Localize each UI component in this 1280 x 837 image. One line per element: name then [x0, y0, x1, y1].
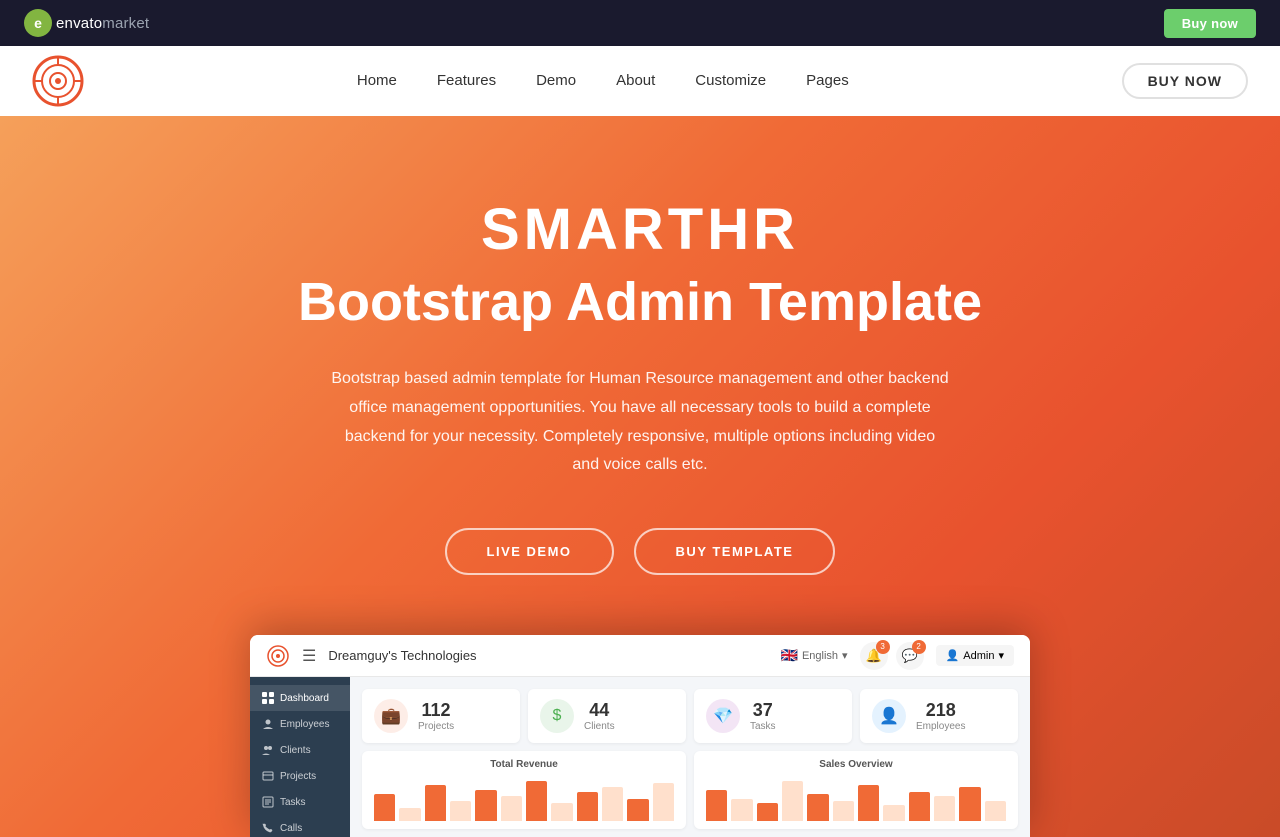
dashboard-topbar: ☰ Dreamguy's Technologies 🇬🇧 English ▾ 🔔… [250, 635, 1030, 677]
chart2-bars [706, 776, 1006, 821]
nav-item-features[interactable]: Features [421, 72, 512, 90]
db-hamburger-icon[interactable]: ☰ [302, 646, 316, 666]
clients-count: 44 [584, 700, 615, 722]
projects-count: 112 [418, 700, 454, 722]
stat-card-projects: 💼 112 Projects [362, 689, 520, 743]
sidebar-tasks-label: Tasks [280, 797, 306, 808]
employees-stat-icon: 👤 [872, 699, 906, 733]
sidebar-item-employees[interactable]: Employees [250, 711, 350, 737]
hero-section: SMARTHR Bootstrap Admin Template Bootstr… [0, 116, 1280, 837]
sidebar-item-dashboard[interactable]: Dashboard [250, 685, 350, 711]
topbar-buy-now-button[interactable]: Buy now [1164, 9, 1256, 38]
db-company-name: Dreamguy's Technologies [328, 648, 476, 663]
dashboard-preview: ☰ Dreamguy's Technologies 🇬🇧 English ▾ 🔔… [250, 635, 1030, 837]
sidebar-calls-label: Calls [280, 823, 302, 834]
hero-description: Bootstrap based admin template for Human… [330, 365, 950, 480]
stat-card-clients: $ 44 Clients [528, 689, 686, 743]
sidebar-item-tasks[interactable]: Tasks [250, 789, 350, 815]
db-admin-label: Admin [963, 650, 994, 662]
sidebar-employees-label: Employees [280, 719, 329, 730]
tasks-count: 37 [750, 700, 776, 722]
nav-item-home[interactable]: Home [341, 72, 413, 90]
dashboard-main: 💼 112 Projects $ 44 Clients [350, 677, 1030, 837]
hero-title-main: SMARTHR [481, 196, 799, 263]
navbar: Home Features Demo About Customize Pages… [0, 46, 1280, 116]
sidebar-item-projects[interactable]: Projects [250, 763, 350, 789]
clients-label: Clients [584, 721, 615, 732]
nav-item-about[interactable]: About [600, 72, 671, 90]
tasks-icon [262, 796, 274, 808]
chart1-title: Total Revenue [374, 759, 674, 770]
employees-label: Employees [916, 721, 965, 732]
employees-icon [262, 718, 274, 730]
chart-sales-overview: Sales Overview [694, 751, 1018, 829]
tasks-stat-icon: 💎 [706, 699, 740, 733]
navbar-brand [32, 55, 84, 107]
sidebar-projects-label: Projects [280, 771, 316, 782]
sidebar-dashboard-label: Dashboard [280, 693, 329, 704]
stats-row: 💼 112 Projects $ 44 Clients [362, 689, 1018, 743]
tasks-label: Tasks [750, 721, 776, 732]
chevron-down-icon: ▾ [842, 649, 848, 662]
envato-icon: e [24, 9, 52, 37]
sidebar-clients-label: Clients [280, 745, 311, 756]
nav-links: Home Features Demo About Customize Pages [341, 72, 865, 90]
db-notifications-icon[interactable]: 🔔 3 [860, 642, 888, 670]
nav-item-pages[interactable]: Pages [790, 72, 865, 90]
db-action-icons: 🔔 3 💬 2 [860, 642, 924, 670]
dashboard-topbar-right: 🇬🇧 English ▾ 🔔 3 💬 2 👤 Admi [781, 642, 1014, 670]
brand-logo-icon [32, 55, 84, 107]
clients-stat-icon: $ [540, 699, 574, 733]
db-logo-icon [266, 644, 290, 668]
projects-icon [262, 770, 274, 782]
hero-title-sub: Bootstrap Admin Template [298, 271, 982, 333]
chart2-title: Sales Overview [706, 759, 1006, 770]
buy-template-button[interactable]: BUY TEMPLATE [634, 528, 836, 575]
envato-logo-text: envatomarket [56, 15, 149, 32]
nav-item-demo[interactable]: Demo [520, 72, 592, 90]
db-lang-text: English [802, 650, 838, 662]
db-admin-avatar: 👤 [946, 649, 960, 662]
chart1-bars [374, 776, 674, 821]
svg-text:e: e [34, 15, 42, 31]
charts-row: Total Revenue Sales Overview [362, 751, 1018, 829]
nav-item-customize[interactable]: Customize [679, 72, 782, 90]
db-language-selector[interactable]: 🇬🇧 English ▾ [781, 647, 848, 664]
clients-icon [262, 744, 274, 756]
stat-card-employees: 👤 218 Employees [860, 689, 1018, 743]
projects-stat-icon: 💼 [374, 699, 408, 733]
dashboard-sidebar: Dashboard Employees Clients Projects Tas… [250, 677, 350, 837]
projects-label: Projects [418, 721, 454, 732]
hero-buttons: LIVE DEMO BUY TEMPLATE [445, 528, 836, 575]
sidebar-item-calls[interactable]: Calls [250, 815, 350, 837]
db-admin-button[interactable]: 👤 Admin ▾ [936, 645, 1014, 666]
flag-icon: 🇬🇧 [781, 647, 798, 664]
topbar: e envatomarket Buy now [0, 0, 1280, 46]
db-messages-icon[interactable]: 💬 2 [896, 642, 924, 670]
live-demo-button[interactable]: LIVE DEMO [445, 528, 614, 575]
navbar-buy-now-button[interactable]: BUY NOW [1122, 63, 1248, 99]
chart-total-revenue: Total Revenue [362, 751, 686, 829]
envato-logo: e envatomarket [24, 9, 149, 37]
sidebar-item-clients[interactable]: Clients [250, 737, 350, 763]
stat-card-tasks: 💎 37 Tasks [694, 689, 852, 743]
employees-count: 218 [916, 700, 965, 722]
calls-icon [262, 822, 274, 834]
dashboard-icon [262, 692, 274, 704]
dashboard-topbar-left: ☰ Dreamguy's Technologies [266, 644, 477, 668]
db-admin-chevron-icon: ▾ [998, 649, 1004, 662]
dashboard-content: Dashboard Employees Clients Projects Tas… [250, 677, 1030, 837]
